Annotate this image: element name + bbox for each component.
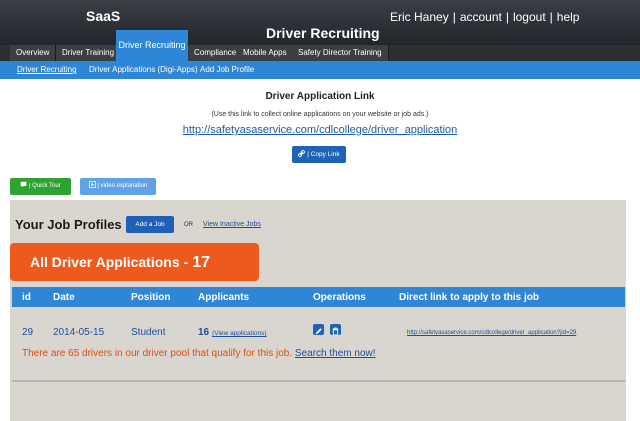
all-applications-banner[interactable]: All Driver Applications -17 [10,243,259,281]
help-link[interactable]: help [557,10,580,24]
column-header-operations: Operations [313,292,366,303]
edit-job-button[interactable] [313,324,324,335]
video-explanation-button[interactable]: | video explanation [80,178,156,195]
quick-tour-label: | Quick Tour [28,183,61,189]
application-link-heading: Driver Application Link [265,91,375,102]
user-menu: Eric Haney | account | logout | help [390,10,579,24]
delete-job-button[interactable] [330,324,341,336]
or-separator: OR [184,222,193,228]
comment-icon [20,181,27,188]
user-name-link[interactable]: Eric Haney [390,10,449,24]
tab-compliance[interactable]: Compliance [188,45,244,61]
tab-driver-training[interactable]: Driver Training [56,45,122,61]
tab-overview[interactable]: Overview [10,45,57,61]
pencil-icon [315,328,322,335]
separator: | [452,10,456,24]
job-profiles-panel [10,200,626,421]
subnav-driver-recruiting[interactable]: Driver Recruiting [17,65,77,74]
column-header-date: Date [53,292,75,303]
column-header-direct-link: Direct link to apply to this job [399,292,540,303]
job-applicants: 16 (View applications) [198,327,267,338]
job-id: 29 [22,327,34,338]
account-link[interactable]: account [460,10,502,24]
tab-mobile-apps[interactable]: Mobile Apps [237,45,294,61]
job-profiles-title: Your Job Profiles [15,217,122,232]
link-icon [298,149,306,158]
copy-link-label: | Copy Link [307,151,340,158]
play-icon [88,181,96,188]
all-applications-count: 17 [192,254,210,271]
copy-link-button[interactable]: | Copy Link [292,146,346,163]
view-inactive-jobs-link[interactable]: View Inactive Jobs [203,221,261,228]
application-link-note: (Use this link to collect online applica… [211,111,429,118]
page-title: Driver Recruiting [266,25,380,41]
subnav-driver-applications[interactable]: Driver Applications (Digi-Apps) [89,65,197,74]
video-explanation-label: | video explanation [97,183,148,189]
quick-tour-button[interactable]: | Quick Tour [10,178,71,195]
driver-pool-note: There are 65 drivers in our driver pool … [22,348,376,359]
column-header-id: id [22,292,31,303]
view-applications-link[interactable]: (View applications) [212,330,266,337]
tab-safety-director-training[interactable]: Safety Director Training [292,45,389,61]
column-header-position: Position [131,292,171,303]
separator: | [505,10,509,24]
sub-navigation: Driver Recruiting Driver Applications (D… [0,61,640,79]
application-link-url[interactable]: http://safetyasaservice.com/cdlcollege/d… [0,124,640,136]
table-divider [12,380,625,382]
column-header-applicants: Applicants [198,292,250,303]
subnav-add-job-profile[interactable]: Add Job Profile [200,65,254,74]
search-driver-pool-link[interactable]: Search them now! [295,348,376,359]
brand-logo[interactable]: SaaS [86,8,120,24]
job-date: 2014-05-15 [53,327,105,338]
driver-pool-text: There are 65 drivers in our driver pool … [22,348,293,359]
separator: | [549,10,553,24]
job-position: Student [131,327,166,338]
add-job-button[interactable]: Add a Job [126,216,174,233]
all-applications-label: All Driver Applications - [30,254,189,270]
direct-apply-link[interactable]: http://safetyasaservice.com/cdlcollege/d… [407,330,576,336]
logout-link[interactable]: logout [513,10,546,24]
tab-driver-recruiting[interactable]: Driver Recruiting [116,30,188,61]
applicants-count: 16 [198,327,210,338]
trash-icon [332,327,339,336]
